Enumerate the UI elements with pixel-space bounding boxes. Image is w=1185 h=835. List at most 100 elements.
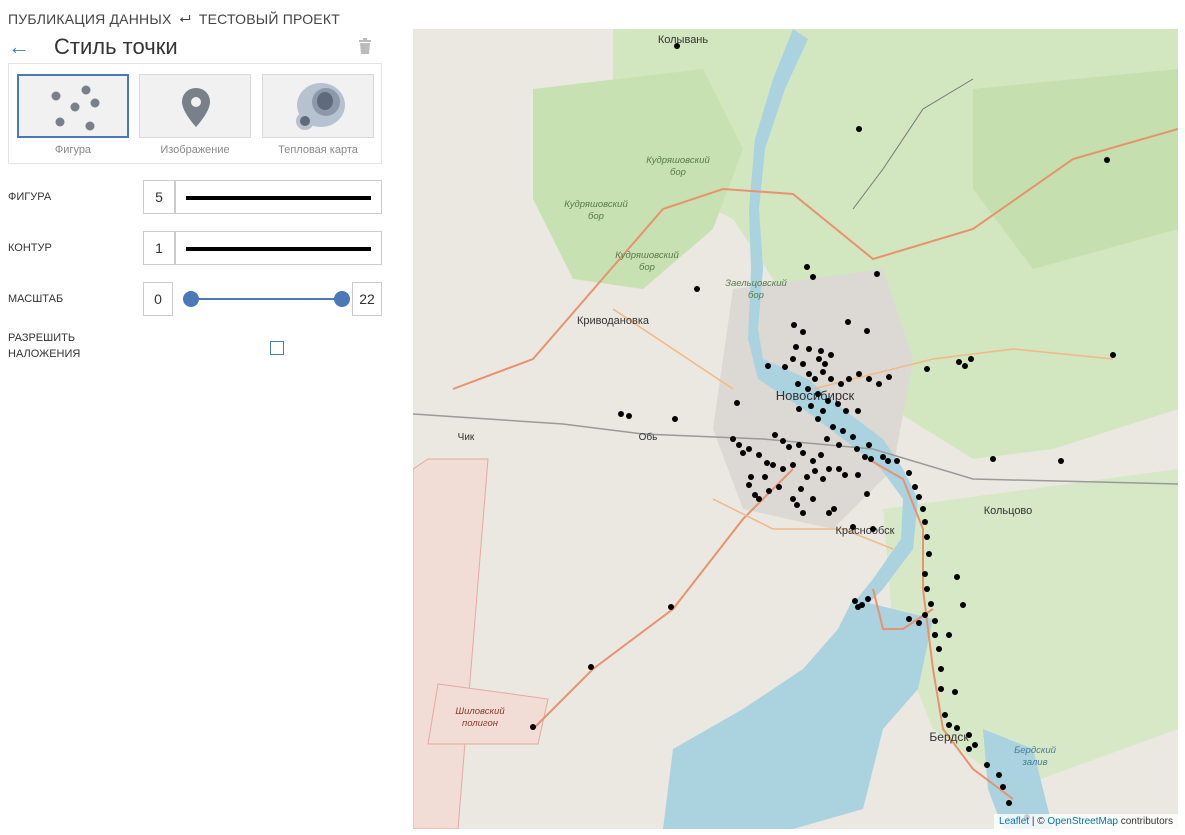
breadcrumb-project[interactable]: ТЕСТОВЫЙ ПРОЕКТ xyxy=(199,11,340,27)
map-point[interactable] xyxy=(862,454,868,460)
map-point[interactable] xyxy=(795,381,801,387)
map-point[interactable] xyxy=(762,474,768,480)
map-point[interactable] xyxy=(868,456,874,462)
outline-width-preview[interactable] xyxy=(175,231,382,265)
map-point[interactable] xyxy=(766,488,772,494)
shape-size-preview[interactable] xyxy=(175,180,382,214)
map-point[interactable] xyxy=(922,571,928,577)
shape-size-value[interactable]: 5 xyxy=(143,180,175,214)
breadcrumb-publication[interactable]: ПУБЛИКАЦИЯ ДАННЫХ xyxy=(8,11,171,27)
map-point[interactable] xyxy=(846,376,852,382)
map-point[interactable] xyxy=(530,724,536,730)
style-type-image[interactable] xyxy=(139,74,251,138)
map-point[interactable] xyxy=(894,458,900,464)
map-point[interactable] xyxy=(794,502,800,508)
map-point[interactable] xyxy=(831,506,837,512)
map-point[interactable] xyxy=(764,460,770,466)
map-point[interactable] xyxy=(984,762,990,768)
trash-icon[interactable] xyxy=(358,38,372,54)
map-point[interactable] xyxy=(954,574,960,580)
map-point[interactable] xyxy=(856,371,862,377)
map-point[interactable] xyxy=(734,400,740,406)
map-point[interactable] xyxy=(791,322,797,328)
map-point[interactable] xyxy=(855,408,861,414)
map-point[interactable] xyxy=(790,496,796,502)
map-point[interactable] xyxy=(850,434,856,440)
map-point[interactable] xyxy=(746,482,752,488)
map-point[interactable] xyxy=(830,424,836,430)
map-point[interactable] xyxy=(790,356,796,362)
map-point[interactable] xyxy=(810,274,816,280)
map-point[interactable] xyxy=(852,598,858,604)
style-type-shape[interactable] xyxy=(17,74,129,138)
map-point[interactable] xyxy=(946,632,952,638)
map-point[interactable] xyxy=(865,596,871,602)
map-point[interactable] xyxy=(843,408,849,414)
map-point[interactable] xyxy=(854,446,860,452)
map-point[interactable] xyxy=(864,328,870,334)
scale-min-value[interactable]: 0 xyxy=(143,282,173,316)
map-point[interactable] xyxy=(996,772,1002,778)
map-point[interactable] xyxy=(845,319,851,325)
map-point[interactable] xyxy=(756,496,762,502)
map-point[interactable] xyxy=(748,474,754,480)
map-point[interactable] xyxy=(912,484,918,490)
map-point[interactable] xyxy=(936,646,942,652)
map-point[interactable] xyxy=(916,494,922,500)
map-point[interactable] xyxy=(765,363,771,369)
map-point[interactable] xyxy=(793,344,799,350)
map-point[interactable] xyxy=(796,442,802,448)
map-point[interactable] xyxy=(966,746,972,752)
osm-link[interactable]: OpenStreetMap xyxy=(1047,816,1118,827)
map-point[interactable] xyxy=(859,602,865,608)
outline-width-value[interactable]: 1 xyxy=(143,231,175,265)
map-point[interactable] xyxy=(805,386,811,392)
map-point[interactable] xyxy=(922,519,928,525)
map-point[interactable] xyxy=(932,618,938,624)
map-point[interactable] xyxy=(824,436,830,442)
map-point[interactable] xyxy=(885,458,891,464)
map-point[interactable] xyxy=(826,510,832,516)
map-point[interactable] xyxy=(588,664,594,670)
map-point[interactable] xyxy=(906,470,912,476)
map-point[interactable] xyxy=(874,271,880,277)
map-point[interactable] xyxy=(924,586,930,592)
map-point[interactable] xyxy=(776,484,782,490)
map-point[interactable] xyxy=(730,436,736,442)
map-point[interactable] xyxy=(820,476,826,482)
map-point[interactable] xyxy=(772,432,778,438)
map-point[interactable] xyxy=(850,524,856,530)
style-type-heatmap[interactable] xyxy=(262,74,374,138)
map-point[interactable] xyxy=(800,361,806,367)
map-point[interactable] xyxy=(810,458,816,464)
scale-range-slider[interactable] xyxy=(183,282,350,316)
map-point[interactable] xyxy=(812,468,818,474)
map-point[interactable] xyxy=(916,620,922,626)
slider-min-handle[interactable] xyxy=(183,291,199,307)
map-point[interactable] xyxy=(808,403,814,409)
map-point[interactable] xyxy=(842,472,848,478)
map-point[interactable] xyxy=(938,666,944,672)
map-point[interactable] xyxy=(818,452,824,458)
map-point[interactable] xyxy=(828,376,834,382)
map-point[interactable] xyxy=(804,264,810,270)
map-point[interactable] xyxy=(746,446,752,452)
map-point[interactable] xyxy=(736,442,742,448)
map-point[interactable] xyxy=(826,466,832,472)
map-view[interactable]: Колывань Кудряшовский бор Кудряшовский б… xyxy=(413,29,1178,829)
map-point[interactable] xyxy=(825,398,831,404)
map-point[interactable] xyxy=(672,416,678,422)
map-point[interactable] xyxy=(1006,800,1012,806)
map-point[interactable] xyxy=(1110,352,1116,358)
map-point[interactable] xyxy=(928,601,934,607)
map-point[interactable] xyxy=(886,374,892,380)
map-point[interactable] xyxy=(815,391,821,397)
map-point[interactable] xyxy=(966,732,972,738)
map-point[interactable] xyxy=(924,534,930,540)
map-point[interactable] xyxy=(818,348,824,354)
map-point[interactable] xyxy=(806,371,812,377)
map-point[interactable] xyxy=(780,438,786,444)
map-point[interactable] xyxy=(810,496,816,502)
scale-max-value[interactable]: 22 xyxy=(352,282,382,316)
map-point[interactable] xyxy=(626,413,632,419)
